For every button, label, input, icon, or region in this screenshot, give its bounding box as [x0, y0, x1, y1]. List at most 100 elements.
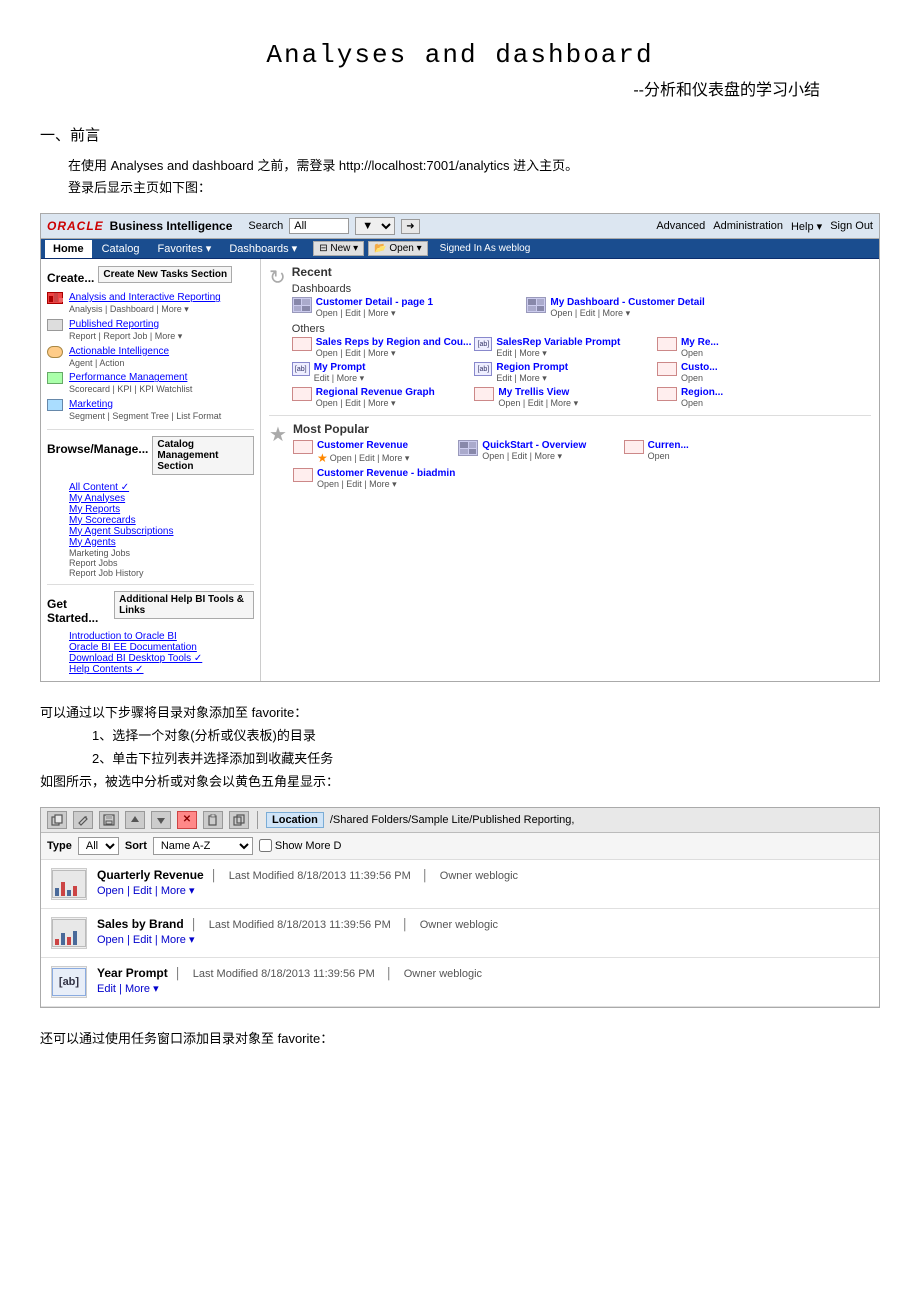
advanced-link[interactable]: Advanced — [656, 220, 705, 233]
down-icon-btn[interactable] — [151, 811, 171, 829]
dashboard-item-2: My Dashboard - Customer Detail Open | Ed… — [526, 297, 757, 319]
quarterly-owner: Owner weblogic — [440, 870, 518, 882]
type-label: Type — [47, 840, 72, 852]
list-item-1: 1、选择一个对象(分析或仪表板)的目录 — [92, 724, 880, 747]
other-item-2: [ab] SalesRep Variable Prompt Edit | Mor… — [474, 337, 654, 359]
go-button[interactable]: ➜ — [401, 219, 419, 234]
yearprompt-separator: │ — [175, 968, 182, 980]
signout-link[interactable]: Sign Out — [830, 220, 873, 233]
started-items: Introduction to Oracle BI Oracle BI EE D… — [69, 631, 254, 675]
delete-icon-btn[interactable]: ✕ — [177, 811, 197, 829]
body-text-5: 还可以通过使用任务窗口添加目录对象至 favorite： — [40, 1028, 880, 1050]
salesbybrand-bar-chart — [52, 919, 86, 947]
sbar-3 — [67, 937, 71, 945]
open-button[interactable]: 📂 Open ▾ — [368, 241, 428, 256]
tab-favorites[interactable]: Favorites ▾ — [149, 239, 219, 258]
yearprompt-content: Year Prompt │ Last Modified 8/18/2013 11… — [97, 966, 869, 995]
yearprompt-more[interactable]: More ▾ — [125, 983, 159, 995]
other-text-myre: My Re... Open — [681, 337, 719, 358]
yearprompt-edit[interactable]: Edit — [97, 983, 116, 995]
location-label: Location — [266, 812, 324, 828]
catalog-item-yearprompt: [ab] Year Prompt │ Last Modified 8/18/20… — [41, 958, 879, 1007]
signed-in-label: Signed In As weblog — [440, 243, 531, 254]
yearprompt-owner: Owner weblogic — [404, 968, 482, 980]
copy-icon-btn[interactable] — [47, 811, 67, 829]
analysis-icon-region — [657, 387, 677, 401]
quarterly-title-row: Quarterly Revenue │ Last Modified 8/18/2… — [97, 868, 869, 882]
popular-icon-3 — [293, 468, 313, 482]
salesbybrand-meta: Last Modified 8/18/2013 11:39:56 PM — [209, 919, 391, 931]
marketing-text: Marketing Segment | Segment Tree | List … — [69, 398, 221, 423]
popular-text-curren: Curren... Open — [648, 440, 689, 461]
quarterly-links: Open | Edit | More ▾ — [97, 884, 869, 897]
dashboards-subtitle: Dashboards — [292, 283, 757, 295]
sort-dropdown[interactable]: Name A-Z — [153, 837, 253, 855]
admin-link[interactable]: Administration — [713, 220, 783, 233]
salesbybrand-owner: Owner weblogic — [420, 919, 498, 931]
new-button[interactable]: ⊟ New ▾ — [313, 241, 364, 256]
bi-screenshot: ORACLE Business Intelligence Search ▼ ➜ … — [40, 213, 880, 681]
analysis-icon-3 — [474, 387, 494, 401]
paste-icon-btn[interactable] — [203, 811, 223, 829]
salesbybrand-edit[interactable]: Edit — [133, 934, 152, 946]
edit-icon-btn[interactable] — [73, 811, 93, 829]
refresh-icon: ↻ — [269, 265, 286, 290]
item-actionable: Actionable Intelligence Agent | Action — [47, 345, 254, 370]
popular-item-curren: Curren... Open — [624, 440, 724, 465]
popular-icon-2 — [458, 440, 478, 456]
salesbybrand-title-row: Sales by Brand │ Last Modified 8/18/2013… — [97, 917, 869, 931]
tab-dashboards[interactable]: Dashboards ▾ — [221, 239, 305, 258]
others-subtitle: Others — [292, 323, 757, 335]
catalog-screenshot: ✕ Location /Shared Folders/Sample Lite/P… — [40, 807, 880, 1008]
yearprompt-separator2: │ — [386, 968, 393, 980]
salesbybrand-links: Open | Edit | More ▾ — [97, 933, 869, 946]
quarterly-open[interactable]: Open — [97, 885, 124, 897]
popular-item-1: Customer Revenue ★ Open | Edit | More ▾ — [293, 440, 455, 465]
started-title: Get Started... — [47, 597, 110, 625]
toolbar-separator — [257, 811, 258, 829]
perf-icon — [47, 372, 65, 386]
yearprompt-title-row: Year Prompt │ Last Modified 8/18/2013 11… — [97, 966, 869, 980]
quarterly-separator: │ — [211, 870, 218, 882]
dashboard-item-1: Customer Detail - page 1 Open | Edit | M… — [292, 297, 523, 319]
help-link[interactable]: Help ▾ — [791, 220, 822, 233]
search-input[interactable] — [289, 218, 349, 234]
search-dropdown[interactable]: ▼ — [355, 217, 395, 235]
other-item-5: Regional Revenue Graph Open | Edit | Mor… — [292, 387, 472, 409]
salesbybrand-open[interactable]: Open — [97, 934, 124, 946]
actionable-text: Actionable Intelligence Agent | Action — [69, 345, 169, 370]
up-icon-btn[interactable] — [125, 811, 145, 829]
bi-main-content: Create... Create New Tasks Section Analy… — [41, 259, 879, 680]
tab-home[interactable]: Home — [45, 240, 92, 258]
item-marketing: Marketing Segment | Segment Tree | List … — [47, 398, 254, 423]
dashboard-icon-2 — [526, 297, 546, 313]
yearprompt-meta: Last Modified 8/18/2013 11:39:56 PM — [193, 968, 375, 980]
show-more-checkbox[interactable] — [259, 839, 272, 852]
section-heading: 一、前言 — [40, 124, 880, 145]
additional-help-label: Additional Help BI Tools & Links — [114, 591, 254, 619]
ab-icon-3: [ab] — [474, 362, 492, 376]
other-text-6: My Trellis View Open | Edit | More ▾ — [498, 387, 578, 409]
catalog-mgmt-label: Catalog Management Section — [152, 436, 254, 475]
quarterly-bar-chart — [52, 870, 86, 898]
performance-text: Performance Management Scorecard | KPI |… — [69, 371, 192, 396]
type-dropdown[interactable]: All — [78, 837, 119, 855]
recent-title: Recent — [292, 265, 757, 279]
body-text-1: 在使用 Analyses and dashboard 之前，需登录 http:/… — [68, 155, 880, 177]
catalog-toolbar: ✕ Location /Shared Folders/Sample Lite/P… — [41, 808, 879, 833]
quarterly-more[interactable]: More ▾ — [161, 885, 195, 897]
others-grid: Sales Reps by Region and Cou... Open | E… — [292, 337, 757, 409]
quarterly-content: Quarterly Revenue │ Last Modified 8/18/2… — [97, 868, 869, 897]
other-item-4: [ab] Region Prompt Edit | More ▾ — [474, 362, 654, 384]
sub-title: --分析和仪表盘的学习小结 — [40, 76, 820, 100]
list-item-2: 2、单击下拉列表并选择添加到收藏夹任务 — [92, 747, 880, 770]
save-icon-btn[interactable] — [99, 811, 119, 829]
salesbybrand-more[interactable]: More ▾ — [161, 934, 195, 946]
popular-item-2: QuickStart - Overview Open | Edit | More… — [458, 440, 620, 465]
copy2-icon-btn[interactable] — [229, 811, 249, 829]
quarterly-edit[interactable]: Edit — [133, 885, 152, 897]
tab-catalog[interactable]: Catalog — [94, 240, 148, 258]
other-item-custo: Custo... Open — [657, 362, 757, 384]
sort-label: Sort — [125, 840, 147, 852]
salesbybrand-content: Sales by Brand │ Last Modified 8/18/2013… — [97, 917, 869, 946]
